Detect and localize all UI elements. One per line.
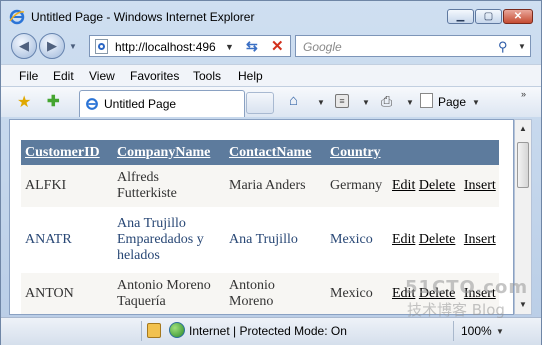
browser-window: Untitled Page - Windows Internet Explore… bbox=[0, 0, 542, 345]
cell-actions: Edit Delete Insert bbox=[389, 165, 499, 207]
cell-companyname: Antonio Moreno Taquería bbox=[113, 273, 225, 314]
back-icon: ◀ bbox=[19, 38, 29, 53]
back-button[interactable]: ◀ bbox=[11, 33, 37, 59]
menu-bar: File Edit View Favorites Tools Help bbox=[1, 64, 541, 87]
forward-button[interactable]: ▶ bbox=[39, 33, 65, 59]
cell-customerid: ANATR bbox=[21, 207, 113, 273]
address-dropdown-icon[interactable]: ▼ bbox=[225, 42, 234, 52]
delete-link[interactable]: Delete bbox=[419, 232, 456, 247]
favorites-star-icon[interactable]: ★ bbox=[17, 92, 31, 112]
cell-actions: Edit Delete Insert bbox=[389, 207, 499, 273]
page-menu-icon[interactable] bbox=[420, 93, 433, 108]
scroll-down-icon[interactable]: ▼ bbox=[519, 300, 527, 309]
menu-edit[interactable]: Edit bbox=[53, 69, 74, 83]
cell-customerid: ANTON bbox=[21, 273, 113, 314]
tab-label: Untitled Page bbox=[104, 97, 177, 111]
page-icon bbox=[95, 39, 108, 54]
recent-pages-dropdown[interactable]: ▼ bbox=[69, 42, 77, 51]
tab-untitled-page[interactable]: Untitled Page bbox=[79, 90, 245, 117]
search-box[interactable]: Google ⚲ ▼ bbox=[295, 35, 531, 57]
grid-header-row: CustomerID CompanyName ContactName Count… bbox=[21, 140, 499, 165]
lock-icon bbox=[147, 323, 161, 338]
edit-link[interactable]: Edit bbox=[392, 178, 415, 193]
address-text[interactable]: http://localhost:496 bbox=[115, 40, 216, 54]
menu-tools[interactable]: Tools bbox=[193, 69, 221, 83]
search-icon[interactable]: ⚲ bbox=[498, 39, 508, 55]
add-favorites-icon[interactable]: ✚ bbox=[47, 92, 60, 110]
globe-icon bbox=[169, 322, 185, 338]
cell-country: Mexico bbox=[326, 207, 389, 273]
delete-link[interactable]: Delete bbox=[419, 178, 456, 193]
header-country[interactable]: Country bbox=[326, 140, 389, 165]
refresh-icon[interactable]: ⇆ bbox=[246, 38, 258, 55]
navigation-bar: ◀ ▶ ▼ http://localhost:496 ▼ ⇆ ✕ Google … bbox=[1, 33, 541, 61]
menu-file[interactable]: File bbox=[19, 69, 38, 83]
watermark-subtitle: 技术博客 Blog bbox=[407, 301, 505, 319]
cell-customerid: ALFKI bbox=[21, 165, 113, 207]
print-dropdown-icon[interactable]: ▼ bbox=[406, 98, 414, 107]
scroll-up-icon[interactable]: ▲ bbox=[519, 124, 527, 133]
title-bar: Untitled Page - Windows Internet Explore… bbox=[1, 1, 541, 33]
watermark-logo: 51CTO.com bbox=[405, 277, 529, 298]
cell-contactname: Ana Trujillo bbox=[225, 207, 326, 273]
scroll-thumb[interactable] bbox=[517, 142, 529, 188]
header-contactname[interactable]: ContactName bbox=[225, 140, 326, 165]
table-row: ALFKI Alfreds Futterkiste Maria Anders G… bbox=[21, 165, 499, 207]
tab-page-icon bbox=[86, 98, 98, 110]
status-bar: Internet | Protected Mode: On 100% ▼ bbox=[1, 317, 541, 345]
window-title: Untitled Page - Windows Internet Explore… bbox=[31, 10, 255, 24]
more-tools-icon[interactable]: » bbox=[521, 89, 526, 99]
maximize-button[interactable]: ▢ bbox=[475, 9, 502, 24]
status-divider bbox=[141, 321, 142, 341]
page-menu-button[interactable]: Page bbox=[438, 95, 466, 109]
cell-country: Germany bbox=[326, 165, 389, 207]
zoom-dropdown-icon[interactable]: ▼ bbox=[496, 327, 504, 336]
forward-icon: ▶ bbox=[47, 38, 57, 53]
table-row: ANATR Ana Trujillo Emparedados y helados… bbox=[21, 207, 499, 273]
feeds-dropdown-icon[interactable]: ▼ bbox=[362, 98, 370, 107]
insert-link[interactable]: Insert bbox=[464, 178, 496, 193]
feeds-icon[interactable]: ≡ bbox=[335, 94, 349, 108]
address-bar[interactable]: http://localhost:496 ▼ bbox=[89, 35, 291, 57]
header-customerid[interactable]: CustomerID bbox=[21, 140, 113, 165]
home-dropdown-icon[interactable]: ▼ bbox=[317, 98, 325, 107]
cell-companyname: Ana Trujillo Emparedados y helados bbox=[113, 207, 225, 273]
search-input[interactable]: Google bbox=[303, 40, 342, 54]
command-bar: ★ ✚ Untitled Page ⌂ ▼ ≡ ▼ ⎙ ▼ Page ▼ » bbox=[1, 87, 541, 117]
page-dropdown-icon[interactable]: ▼ bbox=[472, 98, 480, 107]
search-options-icon[interactable]: ▼ bbox=[518, 42, 526, 51]
close-button[interactable]: ✕ bbox=[503, 9, 533, 24]
edit-link[interactable]: Edit bbox=[392, 232, 415, 247]
ie-logo-icon bbox=[9, 9, 25, 25]
cell-contactname: Maria Anders bbox=[225, 165, 326, 207]
header-companyname[interactable]: CompanyName bbox=[113, 140, 225, 165]
menu-favorites[interactable]: Favorites bbox=[130, 69, 179, 83]
cell-country: Mexico bbox=[326, 273, 389, 314]
zoom-level[interactable]: 100% bbox=[461, 324, 492, 338]
header-actions bbox=[389, 140, 499, 165]
stop-icon[interactable]: ✕ bbox=[271, 37, 284, 55]
home-icon[interactable]: ⌂ bbox=[289, 92, 298, 109]
close-icon: ✕ bbox=[513, 11, 523, 22]
print-icon[interactable]: ⎙ bbox=[381, 93, 392, 110]
menu-help[interactable]: Help bbox=[238, 69, 263, 83]
cell-contactname: Antonio Moreno bbox=[225, 273, 326, 314]
maximize-icon: ▢ bbox=[483, 11, 494, 22]
minimize-button[interactable]: ▁ bbox=[447, 9, 474, 24]
menu-view[interactable]: View bbox=[89, 69, 115, 83]
new-tab-button[interactable] bbox=[246, 92, 274, 114]
cell-companyname: Alfreds Futterkiste bbox=[113, 165, 225, 207]
security-zone[interactable]: Internet | Protected Mode: On bbox=[189, 324, 347, 338]
status-divider bbox=[453, 321, 454, 341]
insert-link[interactable]: Insert bbox=[464, 232, 496, 247]
minimize-icon: ▁ bbox=[456, 11, 465, 22]
